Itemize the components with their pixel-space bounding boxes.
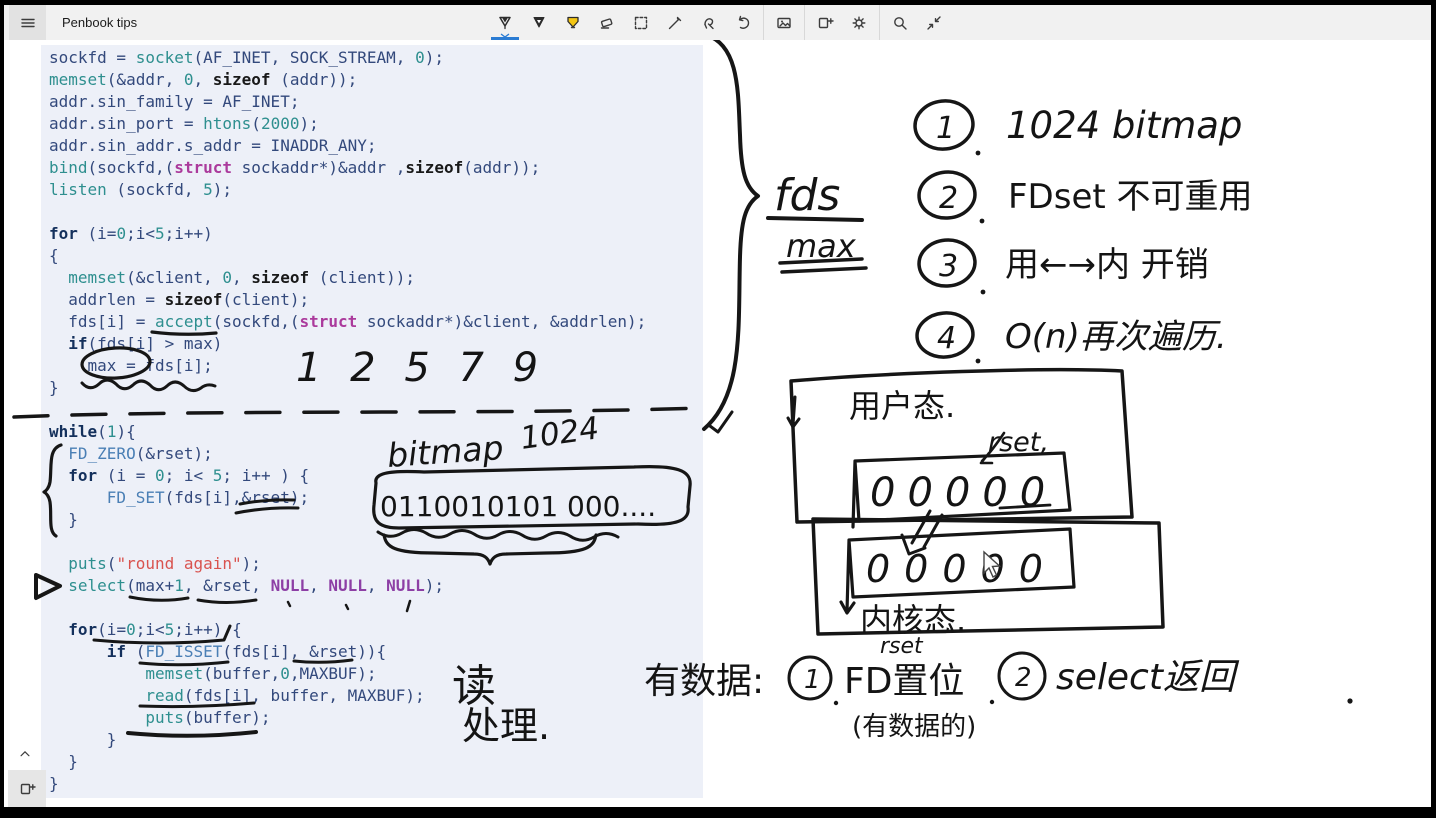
- highlighter-icon: [567, 16, 579, 28]
- selected-tool-indicator: [491, 37, 519, 40]
- pencil-icon: [533, 16, 545, 27]
- selection-marquee-icon: [634, 16, 648, 29]
- code-line: memset(buffer,0,MAXBUF);: [145, 664, 377, 683]
- code-line: puts(buffer);: [145, 708, 271, 727]
- drawing-canvas[interactable]: sockfd = socket(AF_INET, SOCK_STREAM, 0)…: [4, 40, 1431, 807]
- code-line: memset(&addr, 0, sizeof (addr));: [49, 70, 358, 89]
- toolbar-separator: [879, 5, 880, 40]
- image-icon: [777, 17, 791, 28]
- add-page-corner-button[interactable]: [8, 770, 46, 807]
- code-line: addr.sin_port = htons(2000);: [49, 114, 319, 133]
- gear-icon: [852, 16, 866, 29]
- add-page-icon: [20, 783, 36, 794]
- app-window: Penbook tips sockfd = socket(AF_INET, SO…: [4, 5, 1431, 807]
- code-line: if (FD_ISSET(fds[i], &rset)){: [106, 642, 387, 661]
- code-line: addr.sin_addr.s_addr = INADDR_ANY;: [49, 136, 377, 155]
- toolbar-separator: [763, 5, 764, 40]
- code-line: for(i=0;i<5;i++) {: [68, 620, 242, 639]
- undo-button[interactable]: [726, 5, 760, 40]
- code-line: sockfd = socket(AF_INET, SOCK_STREAM, 0)…: [49, 48, 444, 67]
- code-line: select(max+1, &rset, NULL, NULL, NULL);: [68, 576, 444, 595]
- code-line: memset(&client, 0, sizeof (client));: [68, 268, 416, 287]
- pen-icon: [499, 16, 511, 29]
- code-line: FD_ZERO(&rset);: [68, 444, 213, 463]
- line-tool-button[interactable]: [658, 5, 692, 40]
- search-icon: [894, 16, 907, 30]
- line-tool-icon: [668, 16, 682, 29]
- code-line: }: [49, 730, 117, 749]
- code-line: if(fds[i] > max): [68, 334, 223, 353]
- code-line: max = fds[i];: [49, 356, 213, 375]
- code-line: puts("round again");: [68, 554, 261, 573]
- add-page-button[interactable]: [808, 5, 842, 40]
- toolbar: [488, 5, 951, 40]
- pen-tool-button[interactable]: [488, 5, 522, 40]
- code-line: }: [49, 510, 78, 529]
- code-snippet-panel: sockfd = socket(AF_INET, SOCK_STREAM, 0)…: [41, 45, 703, 798]
- code-line: for (i = 0; i< 5; i++ ) {: [68, 466, 310, 485]
- code-line: FD_SET(fds[i],&rset);: [106, 488, 310, 507]
- top-bar: Penbook tips: [4, 5, 1431, 40]
- code-line: while(1){: [49, 422, 136, 441]
- undo-icon: [738, 15, 750, 29]
- code-line: for (i=0;i<5;i++): [49, 224, 213, 243]
- touch-write-icon: [704, 17, 714, 29]
- hamburger-icon: [20, 18, 35, 27]
- collapse-arrows-icon: [927, 15, 941, 30]
- eraser-tool-button[interactable]: [590, 5, 624, 40]
- code-line: fds[i] = accept(sockfd,(struct sockaddr*…: [49, 312, 647, 331]
- pencil-tool-button[interactable]: [522, 5, 556, 40]
- insert-image-button[interactable]: [767, 5, 801, 40]
- collapse-toolbar-button[interactable]: [917, 5, 951, 40]
- eraser-icon: [600, 17, 613, 29]
- code-line: bind(sockfd,(struct sockaddr*)&addr ,siz…: [49, 158, 541, 177]
- code-block: sockfd = socket(AF_INET, SOCK_STREAM, 0)…: [49, 47, 703, 795]
- code-line: listen (sockfd, 5);: [49, 180, 233, 199]
- code-line: addrlen = sizeof(client);: [49, 290, 310, 309]
- code-line: read(fds[i], buffer, MAXBUF);: [145, 686, 425, 705]
- collapse-panel-button[interactable]: [12, 741, 38, 767]
- hamburger-menu-button[interactable]: [9, 5, 46, 40]
- toolbar-separator: [804, 5, 805, 40]
- code-line: addr.sin_family = AF_INET;: [49, 92, 300, 111]
- add-page-icon: [818, 17, 834, 28]
- page-title: Penbook tips: [62, 15, 138, 30]
- settings-button[interactable]: [842, 5, 876, 40]
- code-line: }: [49, 752, 78, 771]
- search-button[interactable]: [883, 5, 917, 40]
- selection-tool-button[interactable]: [624, 5, 658, 40]
- chevron-up-icon: [20, 751, 30, 757]
- touch-write-toggle-button[interactable]: [692, 5, 726, 40]
- code-line: }: [49, 774, 59, 793]
- highlighter-tool-button[interactable]: [556, 5, 590, 40]
- code-line: {: [49, 246, 59, 265]
- code-line: }: [49, 378, 59, 397]
